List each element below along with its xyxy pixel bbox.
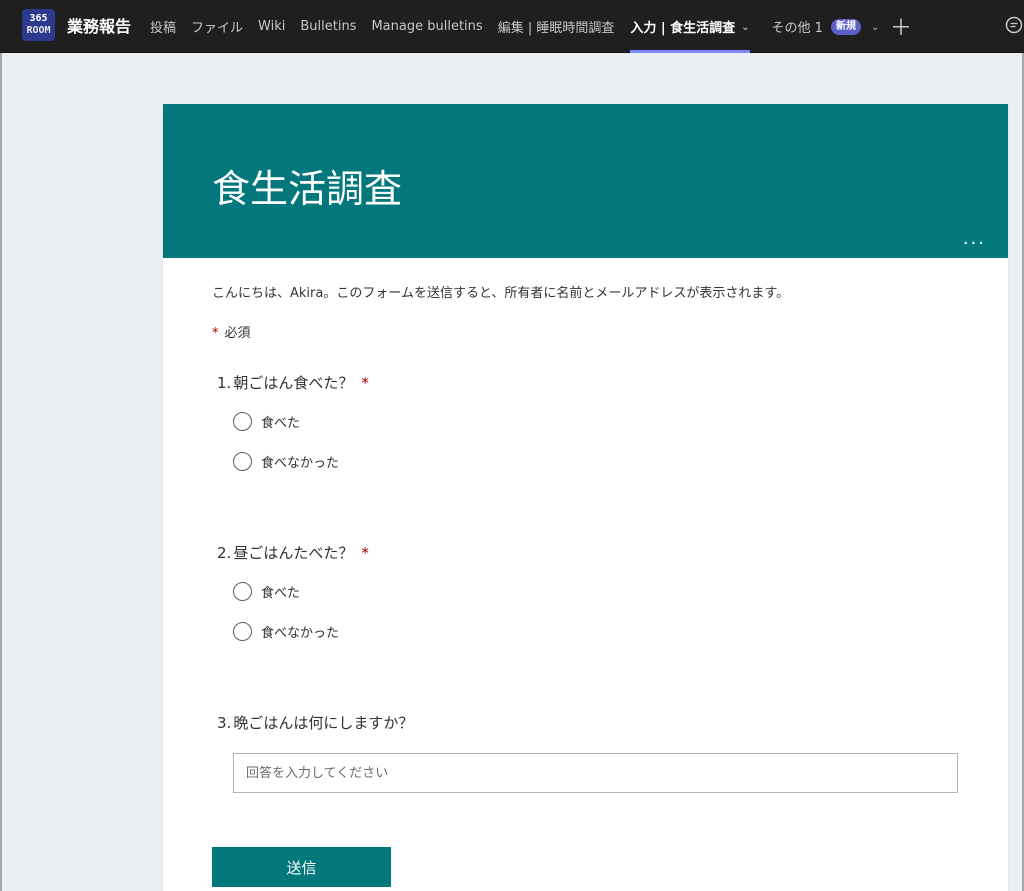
teams-header-bar: 365 ROOM 業務報告 投稿 ファイル Wiki Bulletins Man…	[0, 0, 1024, 53]
question-text: 朝ごはん食べた？	[233, 374, 354, 392]
tab-label: ファイル	[191, 21, 244, 36]
form-card: 食生活調査 ... こんにちは、Akira。このフォームを送信すると、所有者に名…	[163, 104, 1008, 891]
team-name[interactable]: 業務報告	[67, 13, 131, 37]
option-label: 食べなかった	[261, 456, 340, 471]
form-title: 食生活調査	[212, 167, 403, 211]
option-label: 食べた	[261, 416, 301, 431]
required-star: *	[212, 326, 219, 341]
required-star: *	[361, 544, 369, 562]
tab-label: その他 1	[771, 21, 823, 36]
required-legend: * 必須	[212, 322, 251, 341]
question-text: 晩ごはんは何にしますか？	[233, 714, 414, 732]
q2-option-did-not-eat[interactable]: 食べなかった	[233, 622, 339, 641]
question-1-title: 1. 朝ごはん食べた？ *	[217, 372, 369, 393]
plus-icon[interactable]: ＋	[890, 10, 912, 42]
radio-button[interactable]	[233, 622, 252, 641]
question-number: 1.	[217, 374, 232, 392]
tab-edit-sleep-survey[interactable]: 編集 | 睡眠時間調査	[498, 0, 615, 53]
required-star: *	[361, 374, 369, 392]
question-number: 3.	[217, 714, 232, 732]
chat-bubble-icon[interactable]	[1004, 15, 1024, 37]
radio-button[interactable]	[233, 582, 252, 601]
question-3-title: 3. 晩ごはんは何にしますか？	[217, 712, 413, 733]
submit-button[interactable]: 送信	[212, 847, 391, 887]
tab-manage-bulletins[interactable]: Manage bulletins	[371, 0, 482, 53]
question-2-title: 2. 昼ごはんたべた？ *	[217, 542, 369, 563]
chevron-down-icon[interactable]: ⌄	[871, 22, 879, 33]
form-header-banner: 食生活調査 ...	[163, 104, 1008, 258]
tab-wiki[interactable]: Wiki	[258, 0, 285, 53]
logo-line-2: ROOM	[26, 25, 51, 36]
ellipsis-icon[interactable]: ...	[963, 230, 986, 248]
q2-option-ate[interactable]: 食べた	[233, 582, 300, 601]
required-legend-label: 必須	[224, 326, 251, 341]
tab-label: Bulletins	[300, 19, 357, 34]
question-text: 昼ごはんたべた？	[233, 544, 354, 562]
team-logo-icon[interactable]: 365 ROOM	[22, 9, 55, 41]
tab-input-diet-survey[interactable]: 入力 | 食生活調査 ⌄	[630, 0, 750, 53]
option-label: 食べなかった	[261, 626, 340, 641]
chevron-down-icon[interactable]: ⌄	[741, 22, 749, 33]
channel-tabs: 投稿 ファイル Wiki Bulletins Manage bulletins …	[150, 0, 879, 53]
question-number: 2.	[217, 544, 232, 562]
radio-button[interactable]	[233, 412, 252, 431]
page-left-edge	[0, 53, 2, 891]
q1-option-ate[interactable]: 食べた	[233, 412, 300, 431]
tab-bulletins[interactable]: Bulletins	[300, 0, 356, 53]
option-label: 食べた	[261, 586, 301, 601]
tab-label: 編集 | 睡眠時間調査	[497, 21, 615, 36]
tab-posts[interactable]: 投稿	[150, 0, 176, 53]
tab-files[interactable]: ファイル	[191, 0, 243, 53]
new-badge: 新規	[830, 18, 861, 35]
tab-more[interactable]: その他 1 新規 ⌄	[771, 0, 879, 53]
radio-button[interactable]	[233, 452, 252, 471]
tab-label: Wiki	[258, 19, 286, 34]
tab-label: 入力 | 食生活調査	[630, 21, 736, 36]
logo-line-1: 365	[29, 13, 48, 24]
tab-label: Manage bulletins	[371, 19, 483, 34]
q1-option-did-not-eat[interactable]: 食べなかった	[233, 452, 339, 471]
tab-label: 投稿	[150, 21, 177, 36]
form-intro-text: こんにちは、Akira。このフォームを送信すると、所有者に名前とメールアドレスが…	[212, 286, 790, 301]
q3-answer-input[interactable]	[233, 753, 958, 793]
